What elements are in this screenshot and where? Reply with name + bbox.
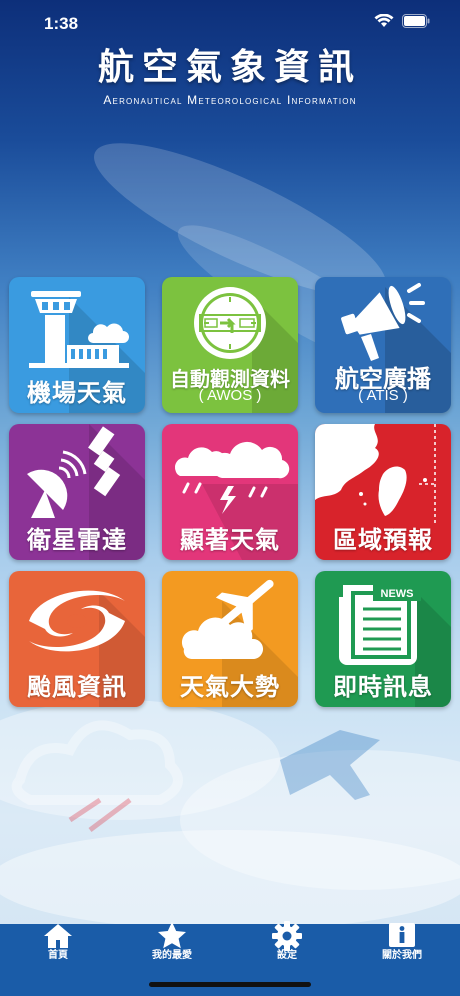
tile-weather-trend[interactable]: 天氣大勢 bbox=[162, 571, 298, 707]
tile-label: 天氣大勢 bbox=[180, 673, 280, 701]
tile-airport-weather[interactable]: 機場天氣 bbox=[9, 277, 145, 413]
plane-cloud-icon bbox=[181, 579, 274, 660]
wifi-icon bbox=[374, 14, 394, 27]
status-time: 1:38 bbox=[44, 14, 79, 33]
tile-label: 颱風資訊 bbox=[27, 673, 127, 701]
tile-satellite-radar[interactable]: 衛星雷達 bbox=[9, 424, 145, 560]
app-subtitle-text: Aeronautical Meteorological Information bbox=[103, 93, 357, 107]
app-title: 航空氣象資訊 bbox=[97, 47, 362, 88]
tile-sublabel: ( AWOS ) bbox=[198, 387, 262, 404]
tile-typhoon[interactable]: 颱風資訊 bbox=[9, 571, 145, 707]
tab-label: 我的最愛 bbox=[152, 950, 192, 961]
tile-awos[interactable]: 自動觀測資料 ( AWOS ) bbox=[162, 277, 298, 413]
tile-significant-weather[interactable]: 顯著天氣 bbox=[162, 424, 298, 560]
storm-cloud-icon bbox=[174, 441, 290, 514]
tile-label: 機場天氣 bbox=[27, 379, 127, 407]
taiwan-map-icon bbox=[315, 424, 436, 524]
battery-icon bbox=[402, 14, 430, 28]
tile-area-forecast[interactable]: 區域預報 bbox=[315, 424, 451, 560]
tile-label: 顯著天氣 bbox=[180, 526, 280, 554]
tab-label: 首頁 bbox=[48, 950, 68, 961]
tab-settings[interactable]: 設定 bbox=[247, 921, 327, 970]
tile-label: 衛星雷達 bbox=[27, 526, 127, 554]
tile-news[interactable]: NEWS 即時訊息 bbox=[315, 571, 451, 707]
tab-label: 關於我們 bbox=[382, 950, 422, 961]
tab-favorites[interactable]: 我的最愛 bbox=[132, 922, 212, 970]
tile-label: 區域預報 bbox=[333, 526, 433, 554]
typhoon-icon bbox=[29, 590, 125, 652]
tile-atis[interactable]: 航空廣播 ( ATIS ) bbox=[315, 277, 451, 413]
tile-label: 即時訊息 bbox=[333, 673, 433, 701]
tile-sublabel: ( ATIS ) bbox=[358, 387, 408, 404]
control-tower-icon bbox=[29, 291, 129, 368]
gauge-icon bbox=[194, 287, 266, 359]
status-icons bbox=[374, 14, 430, 28]
news-badge: NEWS bbox=[381, 588, 414, 600]
home-indicator bbox=[149, 982, 311, 987]
tab-home[interactable]: 首頁 bbox=[18, 924, 98, 970]
app-subtitle: Aeronautical Meteorological Information bbox=[0, 93, 460, 107]
tab-about[interactable]: 關於我們 bbox=[362, 923, 442, 970]
newspaper-icon: NEWS bbox=[339, 585, 421, 665]
tab-label: 設定 bbox=[277, 950, 297, 961]
satellite-icon bbox=[27, 426, 121, 518]
